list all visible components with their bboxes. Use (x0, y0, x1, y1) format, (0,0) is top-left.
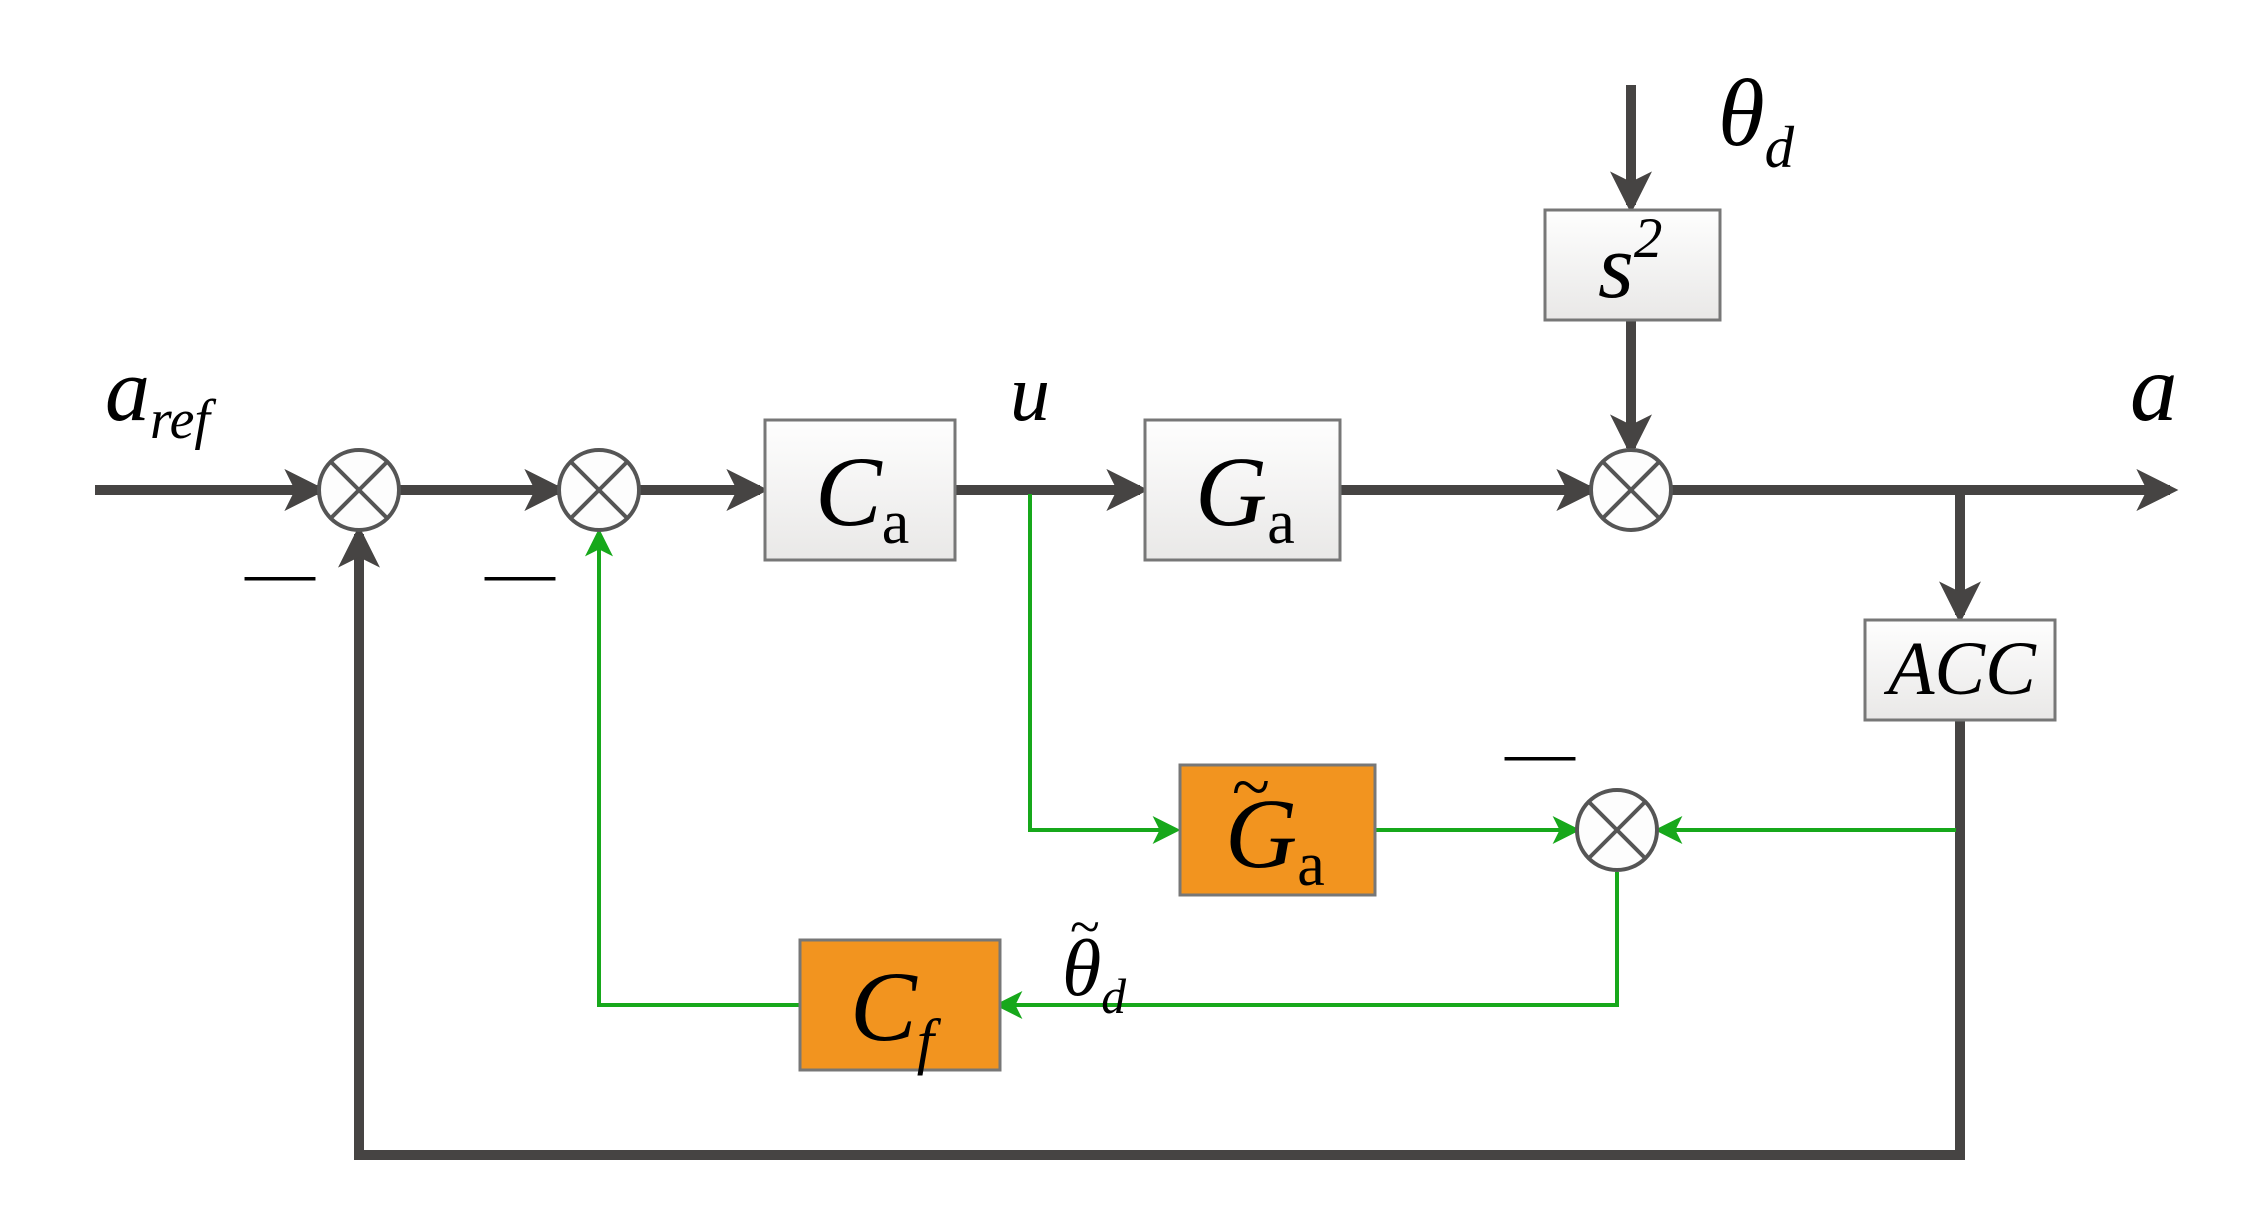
label-theta-d: θd (1718, 60, 1795, 180)
block-controller-ca: Ca (765, 420, 955, 560)
label-theta-d-tilde: ~ θd (1062, 896, 1126, 1024)
label-a-output: a (2130, 335, 2178, 441)
label-aref: aref (105, 341, 216, 451)
summing-junction-outer (319, 450, 399, 530)
minus-outer: — (244, 534, 316, 611)
summing-junction-disturbance (1591, 450, 1671, 530)
svg-text:θd: θd (1062, 925, 1126, 1024)
line-cf-to-sum2 (599, 534, 800, 1005)
summing-junction-inner (559, 450, 639, 530)
summing-junction-estimation (1577, 790, 1657, 870)
svg-text:θd: θd (1718, 60, 1795, 180)
minus-estimation: — (1504, 714, 1576, 791)
svg-text:ACC: ACC (1883, 627, 2037, 711)
block-diagram: s2 Ca Ga ACC ~ Ga Cf aref u a θd ~ θd — … (0, 0, 2266, 1220)
block-sensor-acc: ACC (1865, 620, 2055, 720)
block-s-squared: s2 (1545, 207, 1720, 320)
block-plant-model-gtilde: ~ Ga (1180, 749, 1375, 899)
minus-inner: — (484, 534, 556, 611)
block-feedforward-cf: Cf (800, 940, 1000, 1076)
label-u: u (1010, 350, 1050, 438)
block-plant-ga: Ga (1145, 420, 1340, 560)
